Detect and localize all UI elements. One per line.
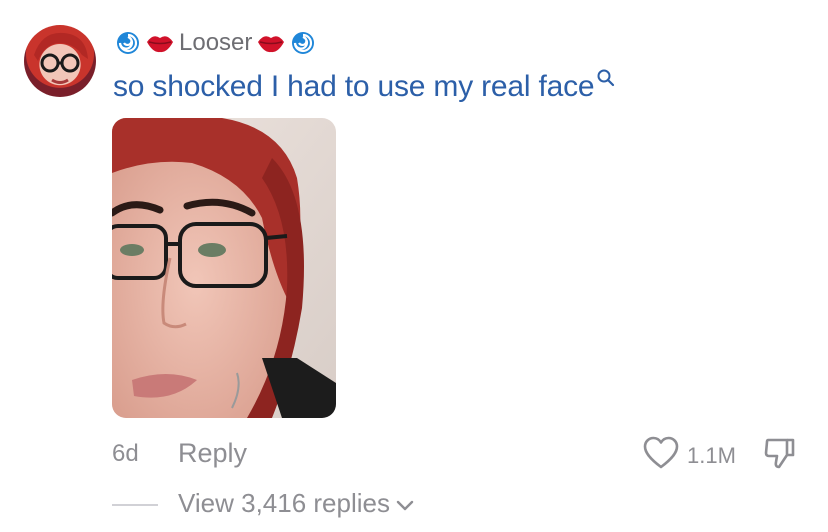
comment-footer: 6d Reply 1.1M bbox=[0, 434, 828, 474]
comment-age: 6d bbox=[112, 440, 139, 467]
lips-emoji-icon bbox=[145, 31, 175, 55]
view-replies-label[interactable]: View 3,416 replies bbox=[178, 488, 390, 519]
username-label[interactable]: Looser bbox=[179, 29, 252, 57]
avatar[interactable] bbox=[24, 25, 96, 97]
comment-photo[interactable] bbox=[112, 118, 336, 418]
like-count: 1.1M bbox=[687, 442, 736, 468]
dislike-button[interactable] bbox=[763, 436, 797, 475]
search-icon[interactable] bbox=[596, 62, 616, 96]
replies-divider bbox=[112, 504, 158, 506]
comment-text[interactable]: so shocked I had to use my real face bbox=[113, 69, 616, 104]
thumbs-down-outline-icon[interactable] bbox=[763, 438, 797, 474]
reply-button[interactable]: Reply bbox=[178, 438, 247, 469]
lips-emoji-icon bbox=[256, 31, 286, 55]
username[interactable]: Looser bbox=[115, 28, 316, 58]
chevron-down-icon[interactable] bbox=[396, 488, 414, 519]
replies-row: View 3,416 replies bbox=[0, 486, 828, 522]
cyclone-emoji-icon bbox=[290, 30, 316, 56]
view-replies-button[interactable]: View 3,416 replies bbox=[178, 488, 414, 519]
heart-outline-icon[interactable] bbox=[643, 436, 679, 475]
comment-text-label[interactable]: so shocked I had to use my real face bbox=[113, 70, 595, 104]
like-button[interactable]: 1.1M bbox=[643, 436, 736, 475]
cyclone-emoji-icon bbox=[115, 30, 141, 56]
